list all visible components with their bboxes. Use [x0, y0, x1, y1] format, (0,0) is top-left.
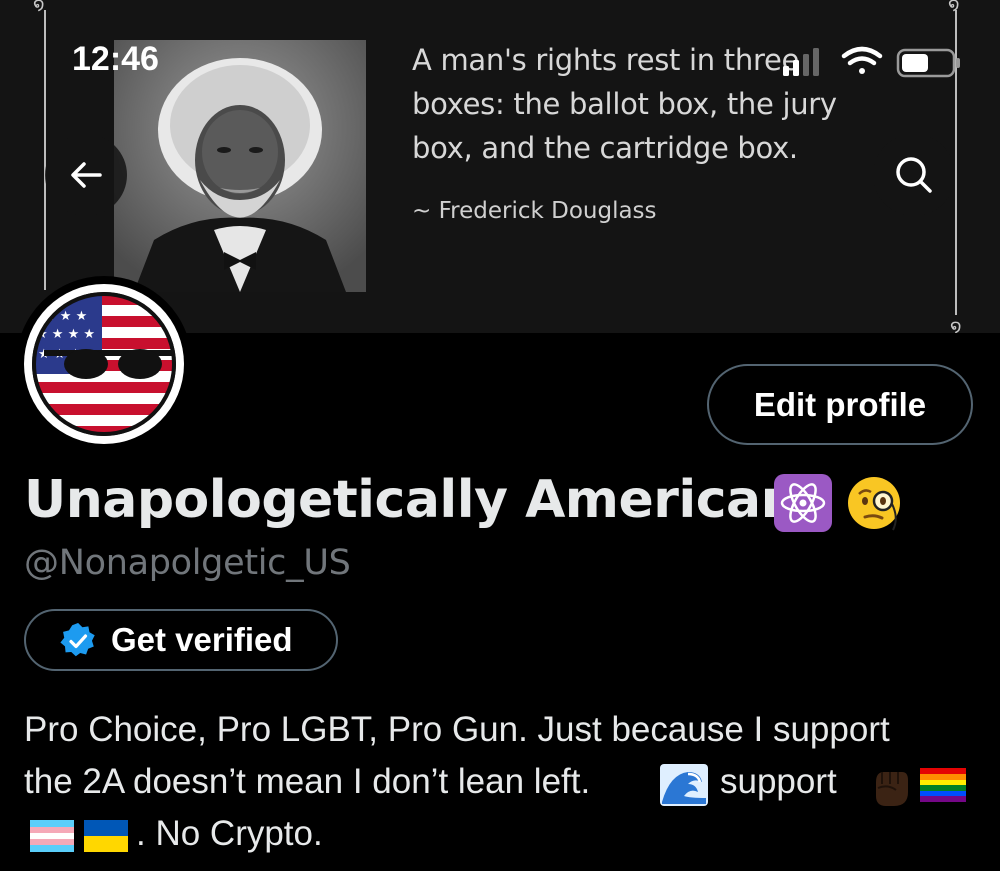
- profile-avatar[interactable]: ★ ★ ★ ★ ★ ★ ★ ★ ★ ★: [16, 276, 192, 452]
- banner-frame-left: [44, 10, 46, 290]
- water-wave-emoji: [660, 764, 708, 806]
- transgender-flag-emoji: [30, 820, 74, 852]
- raised-fist-emoji: [876, 772, 908, 806]
- status-time: 12:46: [72, 40, 159, 78]
- search-icon: [896, 157, 932, 193]
- frame-ornament-icon: ໑: [33, 0, 45, 15]
- bio-line: Pro Choice, Pro LGBT, Pro Gun. Just beca…: [24, 710, 890, 749]
- rainbow-flag-emoji: [920, 768, 966, 802]
- get-verified-button[interactable]: Get verified: [24, 609, 338, 671]
- avatar-image: ★ ★ ★ ★ ★ ★ ★ ★ ★ ★: [24, 284, 184, 444]
- frame-ornament-icon: ໑: [948, 0, 960, 15]
- monocle-face-emoji: [845, 474, 903, 532]
- quote-author: ~ Frederick Douglass: [412, 198, 657, 224]
- bio-line: the 2A doesn’t mean I don’t lean left.: [24, 762, 591, 801]
- ukraine-flag-emoji: [84, 820, 128, 852]
- edit-profile-button[interactable]: Edit profile: [707, 364, 973, 445]
- quote-line: boxes: the ballot box, the jury: [412, 87, 837, 121]
- quote-line: box, and the cartridge box.: [412, 131, 798, 165]
- signal-icon: [783, 48, 819, 76]
- get-verified-label: Get verified: [111, 621, 293, 658]
- frame-ornament-icon: ໑: [950, 316, 962, 333]
- wifi-icon: [841, 46, 883, 74]
- search-button[interactable]: [873, 134, 955, 216]
- bio-line: . No Crypto.: [136, 814, 323, 853]
- bio-line: support: [720, 762, 837, 801]
- status-icons: [780, 44, 960, 80]
- back-button[interactable]: [45, 134, 127, 216]
- battery-icon: [896, 48, 960, 78]
- verified-badge-icon: [60, 623, 95, 657]
- atom-emoji: [774, 474, 832, 532]
- arrow-left-icon: [71, 162, 102, 188]
- user-handle: @Nonapolgetic_US: [24, 543, 351, 583]
- display-name: Unapologetically American: [24, 470, 798, 530]
